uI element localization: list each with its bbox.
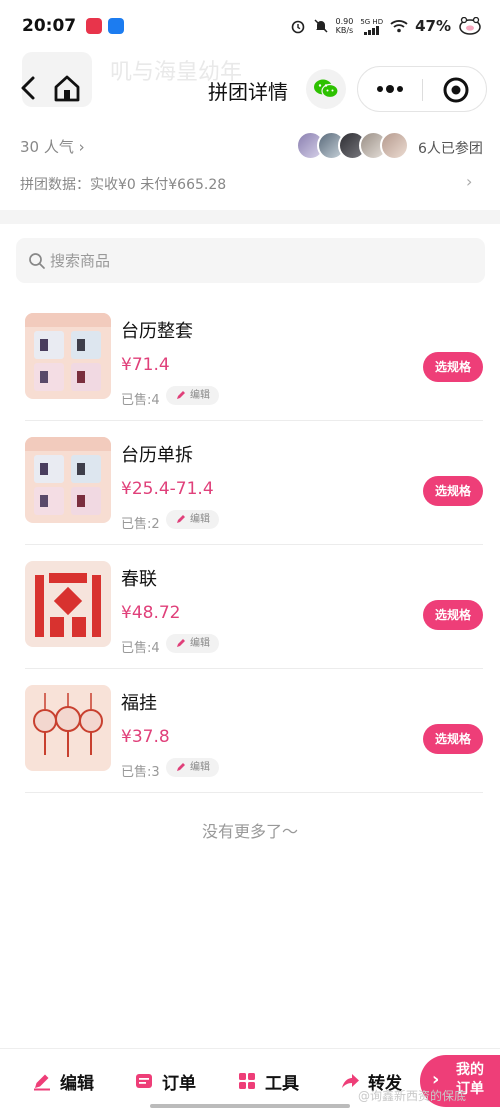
- wechat-share-button[interactable]: [306, 69, 346, 109]
- tools-tab-label: 工具: [265, 1073, 299, 1094]
- list-item[interactable]: 台历整套 ¥71.4 已售:4 编辑 选规格: [25, 297, 483, 421]
- net-speed: 0.90 KB/s: [336, 17, 354, 35]
- product-list: 台历整套 ¥71.4 已售:4 编辑 选规格 台历单拆 ¥25.4-71.4 已…: [25, 297, 483, 793]
- calendar-set-image: [25, 313, 111, 399]
- status-indicators: 0.90 KB/s 5G HD 47%: [290, 17, 482, 35]
- popularity-link[interactable]: 30 人气 ›: [20, 136, 85, 157]
- notification-app-icon: [108, 18, 125, 34]
- search-icon: [29, 252, 45, 269]
- orders-tab[interactable]: 订单: [134, 1068, 196, 1094]
- status-bar: 20:07 0.90 KB/s 5G HD 47%: [0, 0, 500, 52]
- participant-avatars[interactable]: [296, 131, 409, 161]
- sold-count: 已售:4: [121, 393, 160, 408]
- notification-app-icon: [86, 18, 103, 34]
- avatar: [380, 131, 409, 160]
- tools-tab[interactable]: 工具: [237, 1068, 299, 1094]
- more-options-icon[interactable]: [374, 79, 406, 99]
- product-image[interactable]: [25, 685, 111, 771]
- edit-tag[interactable]: 编辑: [166, 510, 219, 529]
- product-price: ¥48.72: [121, 603, 181, 623]
- product-name: 福挂: [121, 693, 157, 714]
- signal-icon: [363, 25, 379, 35]
- miniprogram-capsule: [357, 66, 487, 112]
- product-name: 台历整套: [121, 321, 193, 342]
- edit-tag-label: 编辑: [190, 514, 210, 525]
- edit-tab-label: 编辑: [60, 1073, 94, 1094]
- select-spec-button[interactable]: 选规格: [423, 476, 483, 506]
- wechat-icon: [314, 79, 339, 99]
- share-arrow-icon: [342, 1074, 359, 1088]
- alarm-icon: [291, 20, 304, 34]
- pencil-icon: [177, 391, 185, 399]
- search-input[interactable]: 搜索商品: [16, 238, 485, 283]
- mute-bell-icon: [313, 19, 328, 33]
- battery-level: 47%: [415, 17, 451, 35]
- sold-count: 已售:2: [121, 517, 160, 532]
- calendar-single-image: [25, 437, 111, 523]
- status-app-icons: [86, 18, 125, 34]
- edit-tag[interactable]: 编辑: [166, 634, 219, 653]
- edit-tag-label: 编辑: [190, 762, 210, 773]
- net-speed-value: 0.90: [335, 17, 354, 26]
- list-item[interactable]: 福挂 ¥37.8 已售:3 编辑 选规格: [25, 669, 483, 793]
- list-item[interactable]: 春联 ¥48.72 已售:4 编辑 选规格: [25, 545, 483, 669]
- back-arrow-icon[interactable]: [14, 72, 42, 104]
- sold-count: 已售:3: [121, 765, 160, 780]
- hanging-charm-image: [25, 685, 111, 771]
- pencil-icon: [34, 1074, 50, 1091]
- edit-tag-label: 编辑: [190, 390, 210, 401]
- product-image[interactable]: [25, 437, 111, 523]
- pencil-icon: [177, 515, 185, 523]
- edit-tab[interactable]: 编辑: [32, 1068, 94, 1094]
- wifi-icon: [390, 20, 408, 33]
- home-indicator[interactable]: [150, 1104, 350, 1108]
- orders-tab-label: 订单: [162, 1073, 196, 1094]
- close-miniprogram-icon[interactable]: [443, 77, 469, 103]
- product-name: 台历单拆: [121, 445, 193, 466]
- signal-block: 5G HD: [360, 18, 383, 35]
- edit-tag[interactable]: 编辑: [166, 758, 219, 777]
- spring-couplet-image: [25, 561, 111, 647]
- navigation-header: 叽与海皇幼年 拼团详情: [0, 52, 500, 124]
- select-spec-button[interactable]: 选规格: [423, 352, 483, 382]
- net-speed-unit: KB/s: [335, 26, 354, 35]
- sold-count: 已售:4: [121, 641, 160, 656]
- chevron-right-icon[interactable]: ›: [466, 172, 472, 191]
- network-type: 5G HD: [360, 17, 384, 26]
- pencil-icon: [177, 763, 185, 771]
- edit-tag-label: 编辑: [190, 638, 210, 649]
- status-time: 20:07: [22, 16, 77, 36]
- product-price: ¥37.8: [121, 727, 170, 747]
- select-spec-button[interactable]: 选规格: [423, 724, 483, 754]
- watermark: @询鑫新西资的保底: [358, 1089, 467, 1103]
- product-price: ¥71.4: [121, 355, 170, 375]
- list-item[interactable]: 台历单拆 ¥25.4-71.4 已售:2 编辑 选规格: [25, 421, 483, 545]
- product-name: 春联: [121, 569, 157, 590]
- select-spec-button[interactable]: 选规格: [423, 600, 483, 630]
- page-title: 拼团详情: [208, 80, 288, 104]
- product-price: ¥25.4-71.4: [121, 479, 214, 499]
- end-of-list-text: 没有更多了～: [201, 822, 298, 841]
- pencil-icon: [177, 639, 185, 647]
- pig-battery-icon: [459, 17, 481, 35]
- product-image[interactable]: [25, 561, 111, 647]
- order-list-icon: [136, 1074, 152, 1088]
- grid-icon: [239, 1073, 255, 1089]
- group-stats[interactable]: 拼团数据：实收¥0 未付¥665.28: [20, 174, 226, 194]
- section-divider: [0, 210, 500, 224]
- capsule-divider: [422, 79, 423, 101]
- product-image[interactable]: [25, 313, 111, 399]
- search-placeholder: 搜索商品: [50, 252, 111, 270]
- joined-count[interactable]: 6人已参团: [418, 138, 483, 158]
- edit-tag[interactable]: 编辑: [166, 386, 219, 405]
- home-icon[interactable]: [52, 72, 82, 104]
